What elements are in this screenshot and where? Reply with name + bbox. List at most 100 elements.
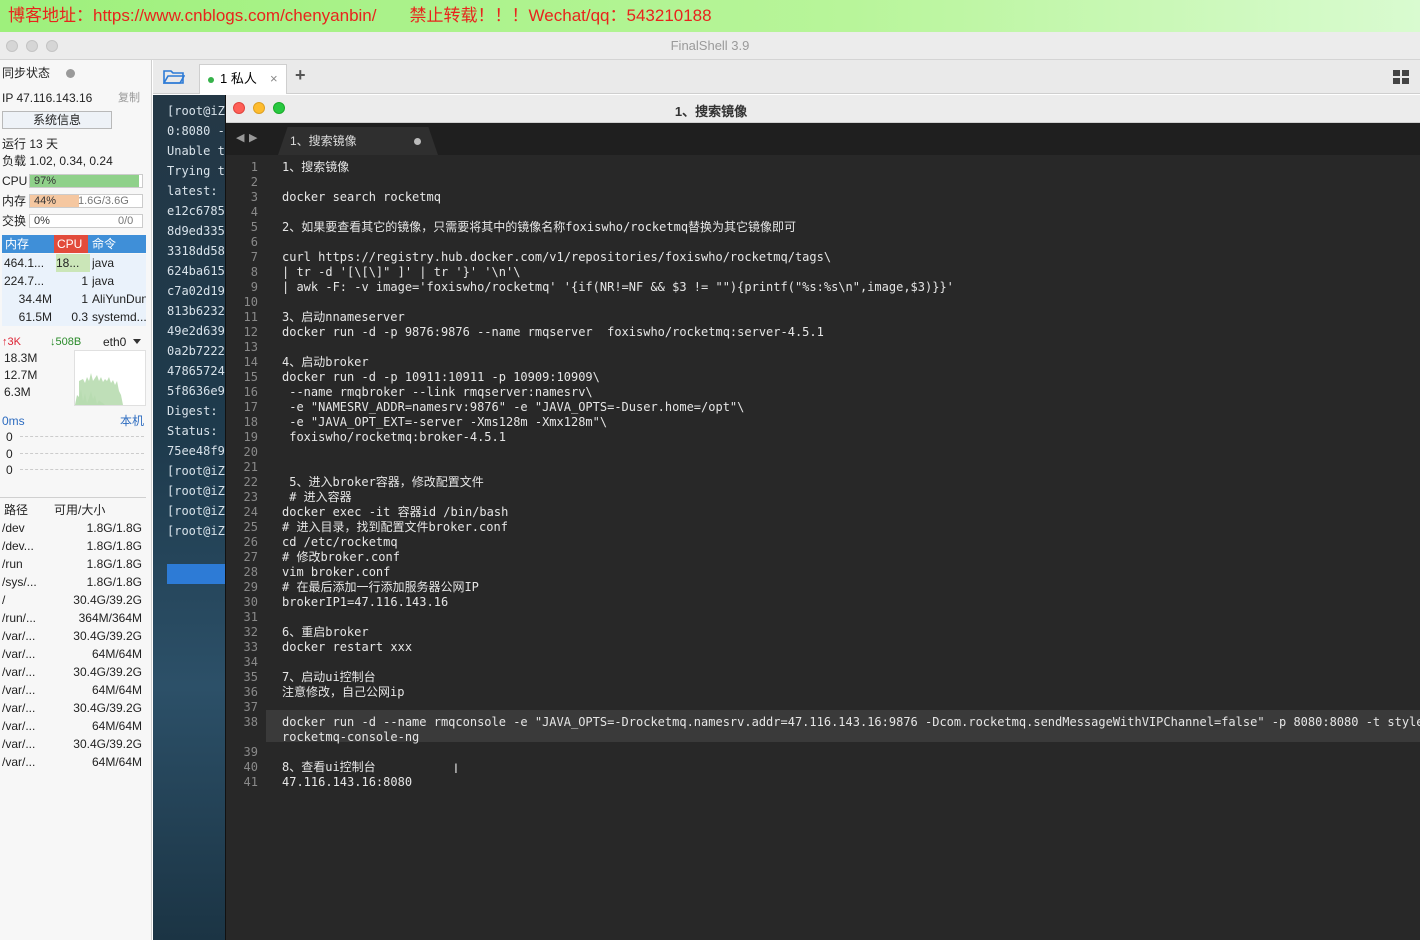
- cpu-usage-value: 97%: [34, 175, 57, 187]
- memory-usage-value: 44%: [34, 195, 57, 207]
- disk-row[interactable]: /var/... 30.4G/39.2G: [0, 663, 146, 681]
- process-mem: 34.4M: [18, 292, 52, 306]
- code-line: docker run -d -p 9876:9876 --name rmqser…: [282, 325, 824, 339]
- line-number: 6: [250, 235, 258, 249]
- process-cpu: 1: [81, 274, 88, 288]
- line-number: 27: [243, 550, 258, 564]
- disk-row[interactable]: /var/... 64M/64M: [0, 645, 146, 663]
- line-number: 10: [243, 295, 258, 309]
- app-title: FinalShell 3.9: [670, 38, 750, 53]
- disk-size: 364M/364M: [78, 611, 142, 625]
- editor-window-title: 1、搜索镜像: [674, 104, 748, 119]
- disk-row[interactable]: /var/... 30.4G/39.2G: [0, 735, 146, 753]
- code-line: docker run -d --name rmqconsole -e "JAVA…: [282, 715, 1420, 729]
- net-interface-select[interactable]: eth0: [103, 333, 126, 351]
- col-cpu[interactable]: CPU: [54, 235, 88, 253]
- folder-icon[interactable]: [162, 68, 186, 84]
- memory-usage-detail: 1.6G/3.6G: [78, 195, 129, 207]
- line-number: 41: [243, 775, 258, 789]
- line-number: 7: [250, 250, 258, 264]
- nav-forward-icon[interactable]: ▶: [249, 131, 257, 144]
- line-number: 9: [250, 280, 258, 294]
- process-mem: 61.5M: [18, 310, 52, 324]
- sync-status-icon: [66, 69, 75, 78]
- code-line: 5、进入broker容器，修改配置文件: [282, 475, 484, 489]
- disk-row[interactable]: /var/... 30.4G/39.2G: [0, 699, 146, 717]
- line-number: 32: [243, 625, 258, 639]
- disk-path: /: [2, 593, 6, 607]
- disk-size: 30.4G/39.2G: [73, 701, 142, 715]
- disk-row[interactable]: /var/... 64M/64M: [0, 681, 146, 699]
- app-titlebar: FinalShell 3.9: [0, 32, 1420, 60]
- disk-row[interactable]: /var/... 30.4G/39.2G: [0, 627, 146, 645]
- process-row[interactable]: 224.7... 1 java: [2, 272, 146, 290]
- editor-window: 1、搜索镜像 ◀ ▶ 1、搜索镜像 1 2 3 4 5 6 7 8 9 10 11 12 13 14 15 1…: [225, 95, 1420, 940]
- disk-row[interactable]: /var/... 64M/64M: [0, 717, 146, 735]
- process-row[interactable]: 61.5M 0.3 systemd...: [2, 308, 146, 326]
- col-cmd[interactable]: 命令: [92, 235, 116, 253]
- line-number: 29: [243, 580, 258, 594]
- sync-status-label: 同步状态: [2, 66, 51, 80]
- line-number: 16: [243, 385, 258, 399]
- terminal-line: latest:: [167, 184, 218, 198]
- line-number: 28: [243, 565, 258, 579]
- terminal-line: 75ee48f9: [167, 444, 225, 458]
- ping-gridline: [20, 469, 144, 470]
- disk-path: /var/...: [2, 701, 36, 715]
- line-number: 11: [243, 310, 258, 324]
- code-line: curl https://registry.hub.docker.com/v1/…: [282, 250, 832, 264]
- layout-grid-icon[interactable]: [1393, 70, 1409, 84]
- disk-row[interactable]: /var/... 64M/64M: [0, 753, 146, 771]
- nav-back-icon[interactable]: ◀: [236, 131, 244, 144]
- net-scale-top: 18.3M: [4, 351, 38, 365]
- disk-path: /var/...: [2, 665, 36, 679]
- process-row[interactable]: 464.1... 18... java: [2, 254, 146, 272]
- disk-row[interactable]: /sys/... 1.8G/1.8G: [0, 573, 146, 591]
- terminal-line: c7a02d19: [167, 284, 225, 298]
- code-line: 2、如果要查看其它的镜像，只需要将其中的镜像名称foxiswho/rocketm…: [282, 220, 797, 234]
- unsaved-dot-icon[interactable]: [414, 138, 421, 145]
- code-line: 6、重启broker: [282, 625, 369, 639]
- code-line: docker restart xxx: [282, 640, 413, 654]
- code-line: docker run -d -p 10911:10911 -p 10909:10…: [282, 370, 600, 384]
- disk-row[interactable]: /run 1.8G/1.8G: [0, 555, 146, 573]
- process-row[interactable]: 34.4M 1 AliYunDun: [2, 290, 146, 308]
- swap-label: 交换: [2, 214, 27, 228]
- disk-size: 64M/64M: [91, 719, 142, 733]
- terminal-line: 0a2b7222: [167, 344, 225, 358]
- text-cursor-icon: I: [454, 760, 458, 776]
- line-number: 19: [243, 430, 258, 444]
- disk-path: /var/...: [2, 629, 36, 643]
- swap-usage-detail: 0/0: [118, 215, 134, 227]
- memory-usage-bar: 44% 1.6G/3.6G: [29, 194, 143, 208]
- code-line: -e "NAMESRV_ADDR=namesrv:9876" -e "JAVA_…: [282, 400, 745, 414]
- disk-row[interactable]: / 30.4G/39.2G: [0, 591, 146, 609]
- terminal-pane[interactable]: [root@iZ 0:8080 - Unable t Trying t latest: e…: [153, 95, 225, 940]
- line-number: 31: [243, 610, 258, 624]
- add-tab-icon[interactable]: +: [295, 65, 306, 86]
- terminal-line: 0:8080 -: [167, 124, 225, 138]
- ping-target[interactable]: 本机: [120, 412, 144, 430]
- process-cmd: java: [92, 274, 115, 288]
- disk-row[interactable]: /dev... 1.8G/1.8G: [0, 537, 146, 555]
- divider: [0, 497, 146, 498]
- terminal-line: 3318dd58: [167, 244, 225, 258]
- terminal-line: e12c6785: [167, 204, 225, 218]
- net-scale-mid: 12.7M: [4, 368, 38, 382]
- network-traffic-svg: [75, 373, 123, 405]
- net-scale-low: 6.3M: [4, 385, 31, 399]
- process-cpu: 1: [81, 292, 88, 306]
- col-mem[interactable]: 内存: [5, 235, 29, 253]
- disk-size: 30.4G/39.2G: [73, 737, 142, 751]
- col-size[interactable]: 可用/大小: [54, 501, 105, 519]
- disk-size: 64M/64M: [91, 683, 142, 697]
- line-number-gutter: 1 2 3 4 5 6 7 8 9 10 11 12 13 14 15 16 17 18 19 20 21 22 23 24 2…: [226, 155, 266, 940]
- tab-session-1[interactable]: 1 私人 ×: [199, 64, 287, 94]
- code-area[interactable]: 1、搜索镜像 docker search rocketmq 2、如果要查看其它的镜像…: [282, 155, 1420, 940]
- editor-tab[interactable]: 1、搜索镜像: [278, 127, 438, 155]
- disk-row[interactable]: /dev 1.8G/1.8G: [0, 519, 146, 537]
- disk-row[interactable]: /run/... 364M/364M: [0, 609, 146, 627]
- editor-tabstrip: ◀ ▶ 1、搜索镜像: [226, 123, 1420, 155]
- close-icon[interactable]: ×: [270, 65, 278, 93]
- terminal-line: Trying t: [167, 164, 225, 178]
